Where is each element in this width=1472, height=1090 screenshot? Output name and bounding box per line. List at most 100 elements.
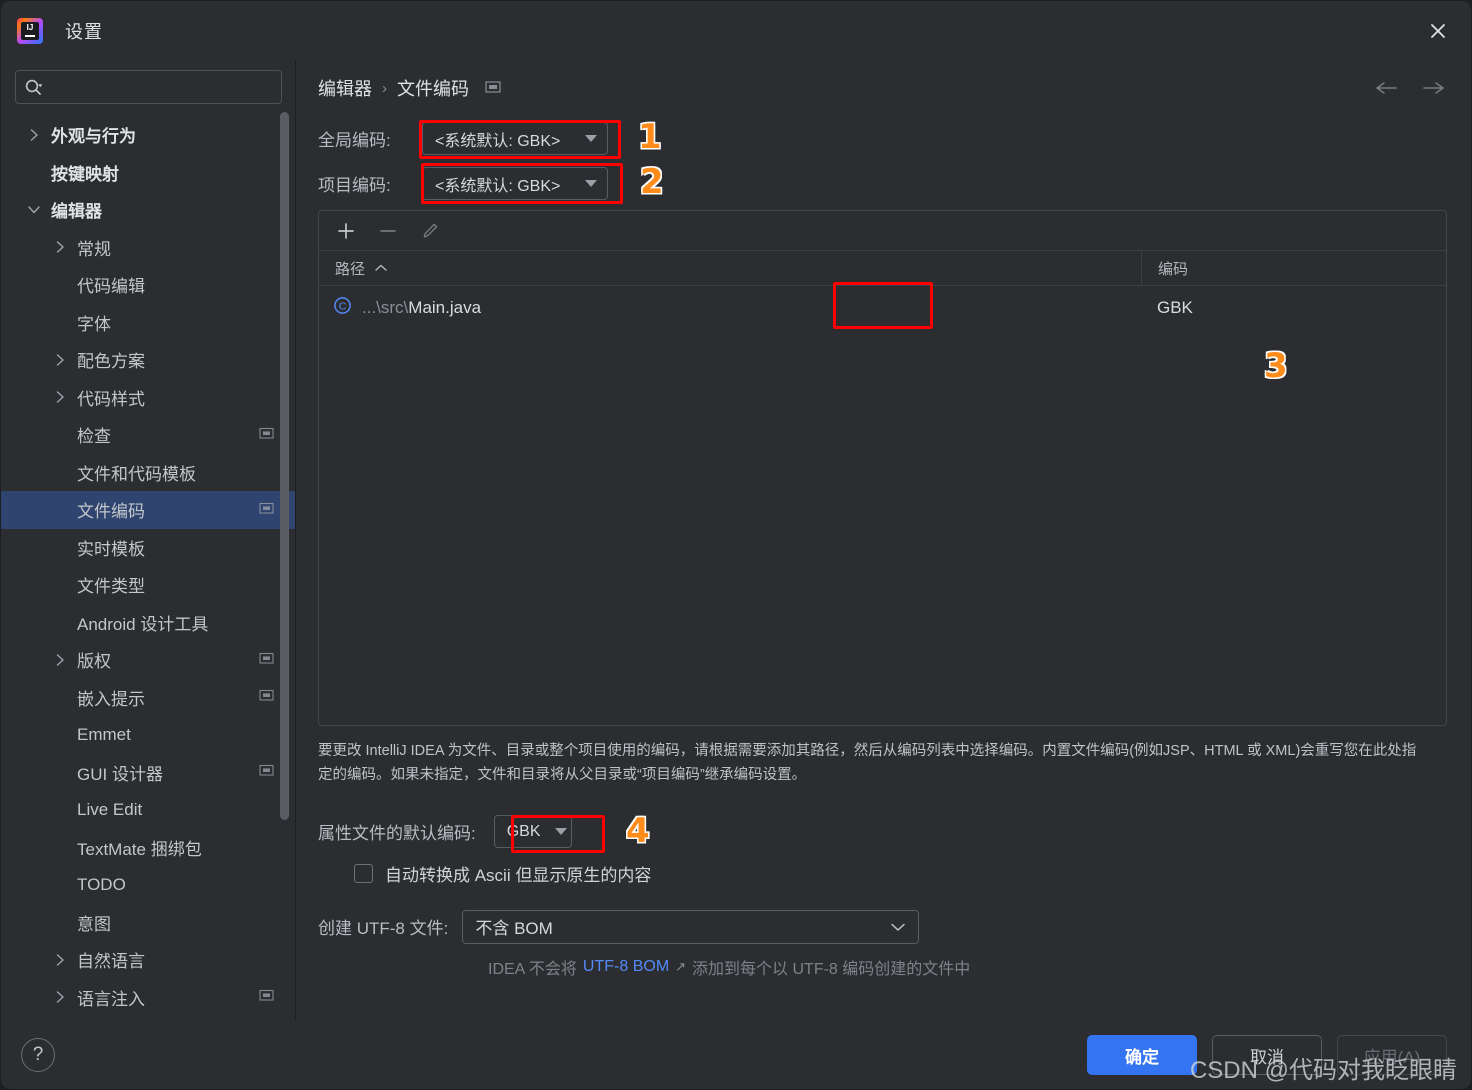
sidebar-item-0[interactable]: 外观与行为 [1, 116, 296, 154]
table-row[interactable]: C ...\src\Main.java GBK [319, 286, 1446, 330]
sidebar-item-label: 文件编码 [77, 502, 145, 522]
sidebar-item-17[interactable]: GUI 设计器 [1, 754, 296, 792]
help-button[interactable]: ? [21, 1038, 55, 1072]
project-encoding-value: <系统默认: GBK> [435, 177, 561, 195]
sidebar-item-label: TODO [77, 874, 126, 894]
arrow-left-icon[interactable] [1373, 79, 1399, 97]
sidebar-item-7[interactable]: 代码样式 [1, 379, 296, 417]
project-scope-icon [259, 762, 274, 782]
plus-icon[interactable] [333, 218, 359, 244]
table-header-row: 路径 编码 [319, 251, 1446, 286]
sidebar-item-14[interactable]: 版权 [1, 641, 296, 679]
column-header-path[interactable]: 路径 [319, 258, 1141, 279]
sidebar-item-label: 文件类型 [77, 577, 145, 597]
search-container [1, 60, 296, 112]
ok-button[interactable]: 确定 [1087, 1035, 1197, 1075]
sidebar-item-18[interactable]: Live Edit [1, 791, 296, 829]
sidebar-item-label: 外观与行为 [51, 127, 136, 147]
breadcrumb-current: 文件编码 [397, 79, 469, 99]
dialog-footer: ? 确定 取消 应用(A) CSDN @代码对我眨眼睛 [1, 1021, 1471, 1089]
sidebar-item-12[interactable]: 文件类型 [1, 566, 296, 604]
sidebar-item-15[interactable]: 嵌入提示 [1, 679, 296, 717]
title-bar: IJ 设置 [1, 1, 1471, 60]
column-header-path-label: 路径 [335, 260, 366, 278]
cancel-button[interactable]: 取消 [1212, 1035, 1322, 1075]
column-header-encoding[interactable]: 编码 [1141, 251, 1446, 285]
utf8-hint-suffix: 添加到每个以 UTF-8 编码创建的文件中 [692, 960, 971, 978]
chevron-right-icon[interactable] [49, 240, 71, 254]
settings-dialog: IJ 设置 外观与行为 按键映射 编辑器 常规 代码编辑 字体 配色方案 代码样… [0, 0, 1472, 1090]
properties-encoding-value: GBK [506, 822, 541, 840]
search-input[interactable] [48, 79, 273, 95]
sidebar-item-label: GUI 设计器 [77, 764, 163, 784]
chevron-right-icon[interactable] [49, 390, 71, 404]
chevron-right-icon[interactable] [49, 990, 71, 1004]
project-scope-icon [259, 425, 274, 445]
sidebar-item-9[interactable]: 文件和代码模板 [1, 454, 296, 492]
sidebar-item-19[interactable]: TextMate 捆绑包 [1, 829, 296, 867]
chevron-right-icon[interactable] [49, 353, 71, 367]
annotation-number-3: 3 [1264, 346, 1288, 386]
breadcrumb: 编辑器 › 文件编码 [318, 60, 1447, 116]
sidebar-item-label: 字体 [77, 314, 111, 334]
transparent-ascii-checkbox[interactable] [354, 864, 373, 884]
global-encoding-combo[interactable]: <系统默认: GBK> [422, 122, 608, 155]
project-scope-icon [259, 987, 274, 1007]
utf8-select[interactable]: 不含 BOM [462, 909, 920, 944]
global-encoding-label: 全局编码: [318, 131, 391, 150]
close-icon[interactable] [1423, 16, 1453, 46]
sidebar-item-3[interactable]: 常规 [1, 229, 296, 267]
breadcrumb-parent[interactable]: 编辑器 [318, 75, 372, 101]
sidebar-item-21[interactable]: 意图 [1, 904, 296, 942]
sidebar-item-22[interactable]: 自然语言 [1, 941, 296, 979]
apply-button: 应用(A) [1337, 1035, 1447, 1075]
sidebar-scrollbar[interactable] [280, 112, 289, 820]
utf8-bom-link[interactable]: UTF-8 BOM [583, 958, 669, 976]
sidebar-item-label: 代码编辑 [77, 277, 145, 297]
utf8-hint-prefix: IDEA 不会将 [488, 960, 577, 978]
window-title: 设置 [65, 21, 103, 42]
chevron-right-icon[interactable] [23, 128, 45, 142]
chevron-right-icon[interactable] [49, 653, 71, 667]
sidebar-item-23[interactable]: 语言注入 [1, 979, 296, 1017]
sidebar-item-4[interactable]: 代码编辑 [1, 266, 296, 304]
navigation-arrows [1373, 79, 1447, 97]
annotation-number-2: 2 [640, 162, 664, 202]
sidebar-item-20[interactable]: TODO [1, 866, 296, 904]
settings-tree: 外观与行为按键映射 编辑器 常规代码编辑字体配色方案代码样式检查 文件和代码模板文件编… [1, 112, 296, 1021]
properties-encoding-combo[interactable]: GBK [493, 815, 572, 849]
arrow-right-icon[interactable] [1421, 79, 1447, 97]
utf8-value: 不含 BOM [475, 919, 553, 939]
main-panel: 编辑器 › 文件编码 全局编码: <系统默认: GBK> 1 项目编码: <系统… [296, 60, 1471, 1021]
cell-path-name: Main.java [408, 298, 482, 317]
sidebar-item-label: 代码样式 [77, 389, 145, 409]
utf8-hint: IDEA 不会将 UTF-8 BOM ↗ 添加到每个以 UTF-8 编码创建的文… [488, 955, 1447, 979]
transparent-ascii-row[interactable]: 自动转换成 Ascii 但显示原生的内容 [318, 852, 1447, 896]
sidebar-item-8[interactable]: 检查 [1, 416, 296, 454]
sidebar-item-label: 嵌入提示 [77, 689, 145, 709]
sidebar-item-label: 配色方案 [77, 352, 145, 372]
search-box[interactable] [15, 70, 282, 104]
sidebar-item-5[interactable]: 字体 [1, 304, 296, 342]
project-encoding-label: 项目编码: [318, 176, 391, 195]
sidebar-item-10[interactable]: 文件编码 [1, 491, 296, 529]
sidebar-item-16[interactable]: Emmet [1, 716, 296, 754]
sidebar-item-1[interactable]: 按键映射 [1, 154, 296, 192]
svg-text:C: C [339, 300, 347, 312]
sidebar-item-6[interactable]: 配色方案 [1, 341, 296, 379]
sidebar-item-label: Live Edit [77, 799, 143, 819]
sidebar-item-2[interactable]: 编辑器 [1, 191, 296, 229]
project-encoding-row: 项目编码: <系统默认: GBK> 2 [318, 161, 1447, 206]
chevron-right-icon[interactable] [49, 953, 71, 967]
project-encoding-combo[interactable]: <系统默认: GBK> [422, 167, 608, 200]
sidebar-item-13[interactable]: Android 设计工具 [1, 604, 296, 642]
chevron-down-icon[interactable] [23, 204, 45, 215]
options-section: 属性文件的默认编码: GBK 4 自动转换成 Ascii 但显示原生的内容 创建… [318, 812, 1447, 979]
properties-encoding-label: 属性文件的默认编码: [318, 824, 476, 844]
sidebar-item-11[interactable]: 实时模板 [1, 529, 296, 567]
cell-path: C ...\src\Main.java [319, 296, 1141, 320]
global-encoding-row: 全局编码: <系统默认: GBK> 1 [318, 116, 1447, 161]
column-header-encoding-label: 编码 [1158, 260, 1189, 278]
cell-encoding[interactable]: GBK [1141, 298, 1446, 318]
utf8-label: 创建 UTF-8 文件: [318, 919, 449, 939]
